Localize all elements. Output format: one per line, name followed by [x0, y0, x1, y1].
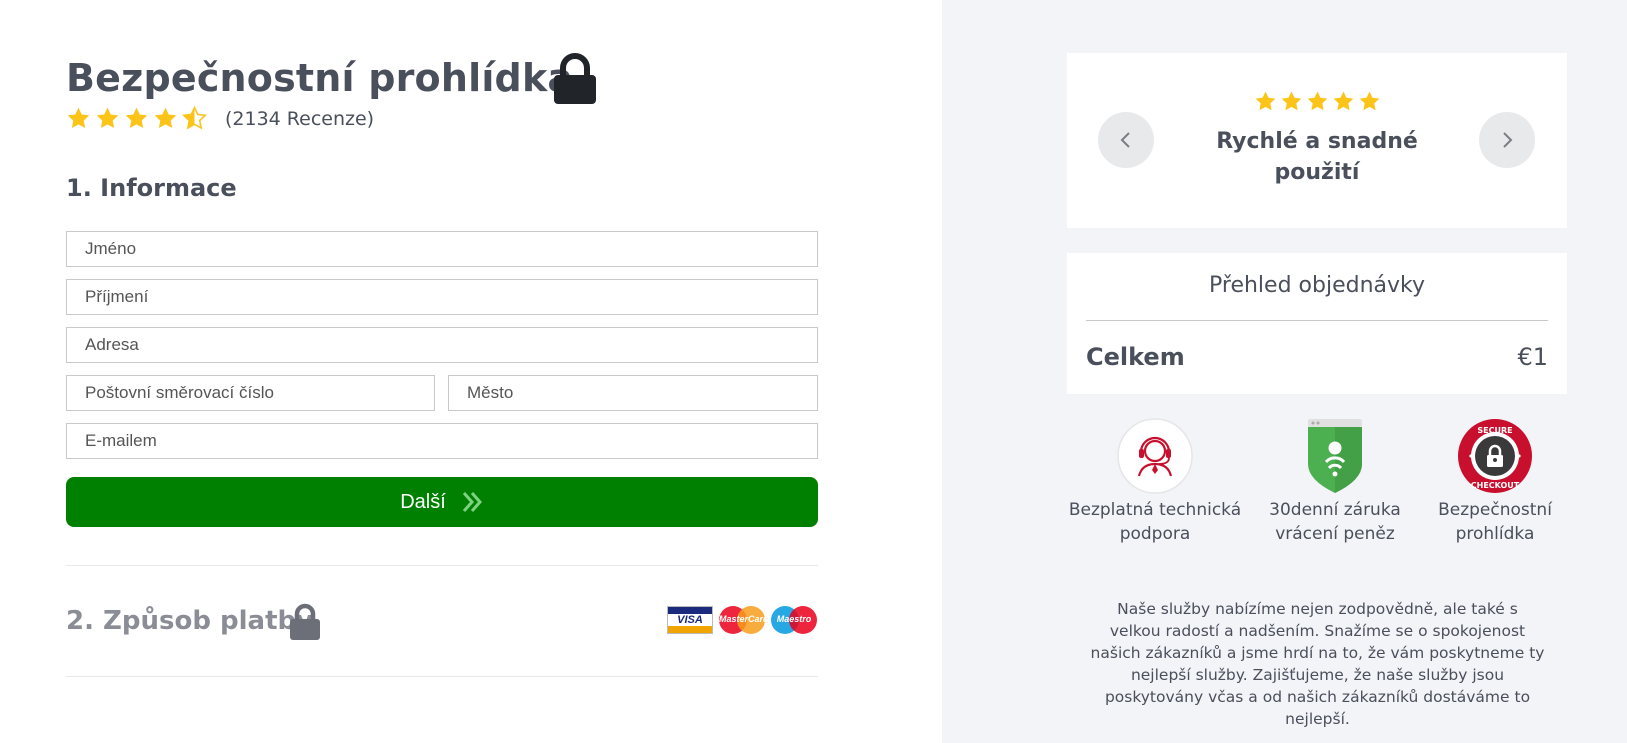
- review-text: Rychlé a snadné použití: [1216, 129, 1418, 185]
- total-value: €1: [1517, 343, 1548, 371]
- badge-money-back-label: 30denní záruka vrácení peněz: [1269, 500, 1401, 544]
- half-star-icon: [182, 106, 207, 130]
- badge-money-back: 30denní záruka vrácení peněz: [1245, 418, 1425, 546]
- review-stars: [1254, 90, 1381, 113]
- money-back-shield-icon: [1308, 419, 1362, 493]
- section-information-title: 1. Informace: [66, 174, 237, 202]
- chevron-left-icon: [1120, 132, 1130, 148]
- order-summary-title: Přehled objednávky: [1209, 273, 1425, 298]
- zip-code-field[interactable]: [66, 375, 435, 411]
- order-summary: Přehled objednávky Celkem €1: [1067, 253, 1567, 394]
- next-button-label: Další: [400, 490, 446, 513]
- badge-support: Bezplatná technická podpora: [1065, 418, 1245, 546]
- first-name-field[interactable]: [66, 231, 818, 267]
- star-icon: [1333, 91, 1354, 111]
- rating: (2134 Recenze): [66, 106, 374, 131]
- checkout-form-panel: Bezpečnostní prohlídka (2134 Recenze) 1.…: [0, 0, 942, 743]
- double-chevron-right-icon: [462, 492, 482, 512]
- divider: [66, 565, 818, 566]
- page-title: Bezpečnostní prohlídka: [66, 56, 574, 100]
- email-field[interactable]: [66, 423, 818, 459]
- city-field[interactable]: [448, 375, 818, 411]
- maestro-logo: Maestro: [771, 606, 817, 634]
- visa-logo: VISA: [667, 606, 713, 634]
- carousel-prev-button[interactable]: [1098, 112, 1154, 168]
- mastercard-logo: MasterCard: [719, 606, 769, 634]
- next-button[interactable]: Další: [66, 477, 818, 527]
- about-text: Naše služby nabízíme nejen zodpovědně, a…: [1090, 600, 1545, 728]
- star-icon: [67, 107, 90, 128]
- divider: [1086, 320, 1548, 321]
- last-name-field[interactable]: [66, 279, 818, 315]
- star-icon: [125, 107, 148, 128]
- badge-secure-checkout: SECURE CHECKOUT Bezpečnostní prohlídka: [1405, 418, 1585, 546]
- svg-text:CHECKOUT: CHECKOUT: [1471, 481, 1520, 490]
- badge-secure-checkout-label: Bezpečnostní prohlídka: [1438, 500, 1552, 544]
- star-icon: [1281, 91, 1302, 111]
- chevron-right-icon: [1503, 132, 1513, 148]
- carousel-next-button[interactable]: [1479, 112, 1535, 168]
- star-icon: [1307, 91, 1328, 111]
- star-icon: [96, 107, 119, 128]
- review-carousel: Rychlé a snadné použití: [1067, 53, 1567, 228]
- lock-icon: [554, 53, 596, 104]
- section-payment-title[interactable]: 2. Způsob platby: [66, 606, 313, 636]
- lock-icon: [290, 603, 320, 640]
- address-field[interactable]: [66, 327, 818, 363]
- badge-support-label: Bezplatná technická podpora: [1068, 500, 1242, 544]
- star-icon: [1359, 91, 1380, 111]
- secure-checkout-seal-icon: SECURE CHECKOUT: [1458, 419, 1532, 493]
- payment-card-logos: VISA MasterCard Maestro: [667, 606, 817, 634]
- star-icon: [1255, 91, 1276, 111]
- divider: [66, 676, 818, 677]
- support-agent-icon: [1117, 418, 1193, 494]
- rating-stars: [66, 106, 207, 131]
- star-icon: [154, 107, 177, 128]
- review-count: (2134 Recenze): [225, 107, 375, 130]
- total-label: Celkem: [1086, 343, 1185, 371]
- svg-text:SECURE: SECURE: [1477, 426, 1512, 435]
